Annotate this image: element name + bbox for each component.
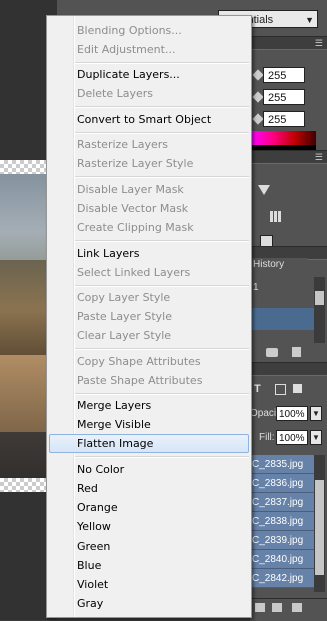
layer-row[interactable]: C_2839.jpg — [250, 531, 314, 550]
blue-value-field[interactable]: 255 — [263, 111, 305, 127]
red-value-field[interactable]: 255 — [263, 67, 305, 83]
panel-header[interactable]: ☰ — [250, 150, 327, 164]
menu-item-orange[interactable]: Orange — [49, 498, 249, 517]
menu-item-red[interactable]: Red — [49, 479, 249, 498]
menu-item-clear-layer-style: Clear Layer Style — [77, 329, 172, 342]
menu-item-blue[interactable]: Blue — [49, 556, 249, 575]
panel-header[interactable] — [250, 362, 327, 376]
color-spectrum[interactable] — [252, 131, 316, 145]
menu-item-disable-layer-mask: Disable Layer Mask — [77, 183, 184, 196]
menu-separator — [75, 62, 249, 64]
menu-separator — [75, 106, 249, 108]
menu-separator — [75, 240, 249, 242]
layer-row[interactable]: C_2840.jpg — [250, 550, 314, 569]
menu-item-delete-layers: Delete Layers — [77, 87, 154, 100]
menu-item-blending-options: Blending Options... — [77, 24, 182, 37]
tab-history-label: History — [253, 259, 285, 270]
menu-separator — [75, 393, 249, 395]
menu-item-yellow[interactable]: Yellow — [49, 517, 249, 536]
fill-input[interactable]: 100% — [276, 430, 308, 445]
opacity-input[interactable]: 100% — [276, 406, 308, 421]
type-filter-icon[interactable]: T — [254, 383, 261, 395]
panel-collapse-icon[interactable]: ☰ — [315, 37, 323, 49]
trash-icon[interactable] — [292, 347, 301, 357]
layer-row[interactable]: C_2838.jpg — [250, 512, 314, 531]
menu-item-copy-shape-attributes: Copy Shape Attributes — [77, 355, 201, 368]
triangle-icon[interactable] — [258, 185, 270, 195]
menu-item-rasterize-layer-style: Rasterize Layer Style — [77, 157, 194, 170]
history-selected-state[interactable] — [250, 308, 314, 330]
menu-item-copy-layer-style: Copy Layer Style — [77, 291, 171, 304]
new-layer-icon[interactable] — [272, 603, 282, 612]
menu-separator — [75, 285, 249, 287]
layer-context-menu: Blending Options... Edit Adjustment... D… — [46, 15, 252, 618]
green-value-field[interactable]: 255 — [263, 89, 305, 105]
menu-item-merge-layers[interactable]: Merge Layers — [49, 396, 249, 415]
panel-menu-icon[interactable]: ☰ — [315, 151, 323, 163]
menu-item-convert-smart-object[interactable]: Convert to Smart Object — [49, 110, 249, 129]
fill-label: Fill: — [259, 432, 275, 443]
smart-filter-icon[interactable] — [293, 384, 302, 393]
panel-header[interactable]: ☰ — [250, 36, 327, 50]
menu-item-create-clipping-mask: Create Clipping Mask — [77, 221, 194, 234]
camera-icon[interactable] — [266, 348, 278, 357]
trash-icon[interactable] — [292, 603, 302, 612]
folder-icon[interactable] — [255, 603, 265, 612]
menu-item-rasterize-layers: Rasterize Layers — [77, 138, 168, 151]
menu-item-no-color[interactable]: No Color — [49, 460, 249, 479]
grid-icon[interactable] — [270, 211, 281, 222]
menu-separator — [75, 176, 249, 178]
menu-item-disable-vector-mask: Disable Vector Mask — [77, 202, 189, 215]
chevron-down-icon[interactable]: ▼ — [310, 406, 322, 421]
layer-row[interactable]: C_2837.jpg — [250, 493, 314, 512]
menu-separator — [75, 456, 249, 458]
chevron-down-icon[interactable]: ▼ — [310, 430, 322, 445]
menu-item-select-linked-layers: Select Linked Layers — [77, 266, 191, 279]
menu-separator — [75, 348, 249, 350]
menu-item-merge-visible[interactable]: Merge Visible — [49, 415, 249, 434]
layer-row[interactable]: C_2836.jpg — [250, 474, 314, 493]
menu-item-link-layers[interactable]: Link Layers — [49, 244, 249, 263]
menu-item-gray[interactable]: Gray — [49, 594, 249, 613]
menu-item-paste-layer-style: Paste Layer Style — [77, 310, 172, 323]
layer-row[interactable]: C_2835.jpg — [250, 455, 314, 474]
tab-history[interactable]: History — [250, 258, 308, 272]
layers-scrollbar-thumb[interactable] — [315, 480, 324, 575]
history-item-number: 1 — [253, 282, 259, 293]
history-scrollbar[interactable] — [314, 277, 325, 343]
menu-item-flatten-image[interactable]: Flatten Image — [49, 434, 249, 453]
history-scrollbar-thumb[interactable] — [315, 291, 324, 305]
menu-item-violet[interactable]: Violet — [49, 575, 249, 594]
layer-row[interactable]: C_2842.jpg — [250, 569, 314, 588]
chevron-down-icon: ▼ — [305, 15, 314, 25]
menu-separator — [75, 132, 249, 134]
shape-filter-icon[interactable] — [275, 384, 286, 395]
menu-item-duplicate-layers[interactable]: Duplicate Layers... — [49, 65, 249, 84]
menu-item-green[interactable]: Green — [49, 537, 249, 556]
menu-item-paste-shape-attributes: Paste Shape Attributes — [77, 374, 203, 387]
menu-item-edit-adjustment: Edit Adjustment... — [77, 43, 176, 56]
